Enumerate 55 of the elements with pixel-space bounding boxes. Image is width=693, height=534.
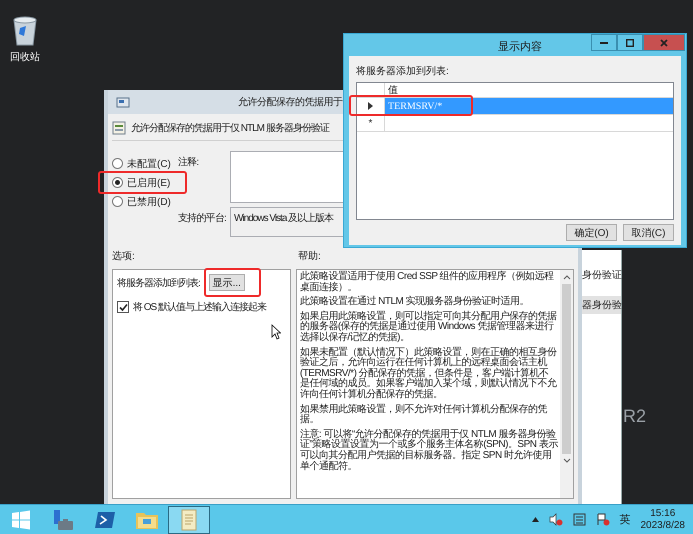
checkmark-icon [118, 302, 128, 312]
minimize-button[interactable] [591, 34, 617, 51]
help-paragraph: 如果未配置（默认情况下）此策略设置，则在正确的相互身份验证之后，允许向运行在任何计算机上的远程桌面会话主机 (TERMSRV/*) 分配保存的凭据，但条件是，客户端计算机不是任何域的成员。如果客户端加入某个域，则默认情况下不允许向任何计算机分配保存的凭据。 [300, 348, 558, 401]
checkbox[interactable] [117, 301, 129, 313]
scroll-icon[interactable] [168, 506, 210, 534]
show-button[interactable]: 显示... [208, 274, 245, 291]
recycle-bin-icon[interactable] [12, 16, 38, 46]
column-header[interactable]: 值 [385, 83, 673, 97]
mouse-cursor-icon [271, 324, 281, 340]
highlight-box [204, 268, 261, 297]
help-paragraph: 如果启用此策略设置，则可以指定可向其分配用户保存的凭据的服务器(保存的凭据是通过使用 Windows 凭据管理器来进行选择以保存/记忆的凭据)。 [300, 312, 558, 344]
comment-label: 注释: [178, 156, 200, 170]
maximize-button[interactable] [617, 34, 643, 51]
clock-time[interactable]: 15:16 [650, 508, 676, 520]
help-paragraph: 此策略设置在通过 NTLM 实现服务器身份验证时适用。 [300, 297, 530, 308]
scroll-up-icon[interactable] [562, 274, 570, 280]
muted-speaker-icon[interactable] [548, 513, 562, 526]
radio-button[interactable] [112, 177, 123, 188]
maximize-icon [626, 38, 634, 46]
show-hidden-icons-icon[interactable] [532, 517, 538, 522]
help-paragraph: 注意: 可以将“允许分配保存的凭据用于仅 NTLM 服务器身份验证”策略设置设置为一个或多个服务主体名称(SPN)。SPN 表示可以向其分配用户凭据的目标服务器。指定 SPN 时允许使用单个通配符。 [300, 430, 558, 472]
window-title: 允许分配保存的凭据用于 [238, 96, 342, 109]
scrollbar[interactable] [560, 270, 573, 498]
close-icon [660, 38, 668, 46]
policy-icon [116, 96, 130, 108]
list-label: 将服务器添加到列表: [356, 64, 450, 78]
servers-label: 将服务器添加到列表: [117, 276, 200, 290]
list-item[interactable]: 身份验证 [578, 266, 621, 284]
input-method-indicator[interactable]: 英 [620, 512, 630, 527]
help-paragraph: 如果禁用此策略设置，则不允许对任何计算机分配保存的凭据。 [300, 404, 548, 426]
new-row-marker: * [368, 118, 372, 128]
policy-heading: 允许分配保存的凭据用于仅 NTLM 服务器身份验证 [131, 122, 329, 135]
help-label: 帮助: [298, 250, 321, 263]
close-button[interactable] [643, 34, 685, 51]
scroll-down-icon[interactable] [562, 458, 570, 464]
help-paragraph: 此策略设置适用于使用 Cred SSP 组件的应用程序（例如远程桌面连接）。 [300, 272, 555, 294]
radio-label[interactable]: 已禁用(D) [127, 194, 171, 208]
flag-icon[interactable] [596, 513, 610, 526]
radio-label[interactable]: 已启用(E) [127, 176, 170, 190]
ok-button[interactable]: 确定(O) [566, 224, 617, 241]
radio-label[interactable]: 未配置(C) [127, 156, 171, 170]
window-title: 显示内容 [497, 40, 542, 54]
edition-text: R2 [623, 406, 646, 427]
minimize-icon [600, 42, 608, 44]
start-icon [11, 510, 31, 530]
platform-label: 支持的平台: [178, 212, 227, 226]
checkbox-label[interactable]: 将 OS 默认值与上述输入连接起来 [133, 300, 266, 314]
current-row-icon [368, 102, 373, 110]
policy-setting-icon [112, 121, 126, 135]
cancel-button[interactable]: 取消(C) [623, 224, 674, 241]
radio-button[interactable] [112, 196, 123, 207]
radio-button[interactable] [112, 158, 123, 169]
clock-date[interactable]: 2023/8/28 [640, 520, 685, 532]
options-label: 选项: [112, 250, 136, 263]
desktop-icon-label[interactable]: 回收站 [10, 50, 40, 64]
